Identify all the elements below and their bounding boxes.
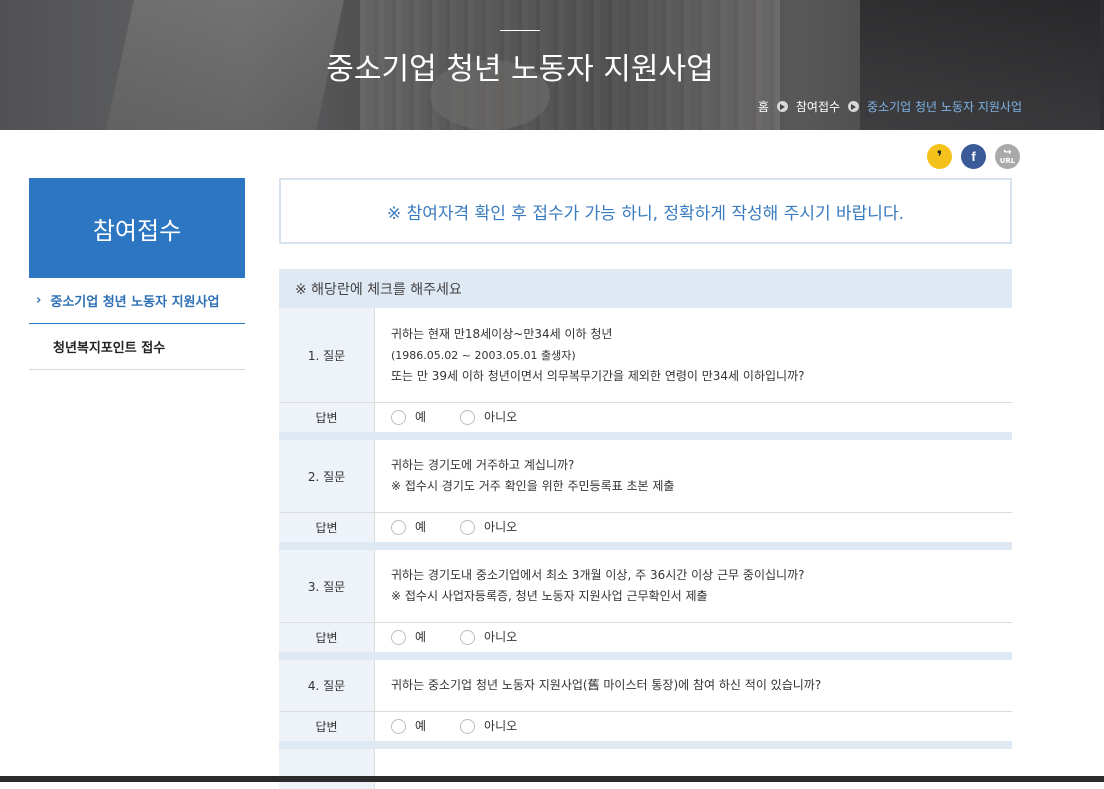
eligibility-notice: ※ 참여자격 확인 후 접수가 가능 하니, 정확하게 작성해 주시기 바랍니다…: [279, 178, 1012, 244]
radio-button[interactable]: [391, 719, 406, 734]
row-divider: [279, 652, 1012, 660]
radio-button[interactable]: [460, 719, 476, 734]
sidebar-title: 참여접수: [29, 178, 245, 278]
radio-no[interactable]: 아니오: [460, 517, 517, 538]
radio-no[interactable]: 아니오: [460, 627, 517, 648]
sidebar-item-label: 중소기업 청년 노동자 지원사업: [50, 295, 220, 310]
row-divider: [279, 432, 1012, 440]
question-row-4: 4. 질문 귀하는 중소기업 청년 노동자 지원사업(舊 마이스터 통장)에 참…: [279, 660, 1012, 712]
breadcrumb: 홈 참여접수 중소기업 청년 노동자 지원사업: [758, 98, 1022, 115]
radio-label: 예: [415, 719, 427, 733]
chevron-right-icon: ›: [36, 293, 42, 308]
radio-yes[interactable]: 예: [391, 517, 426, 538]
page-title: 중소기업 청년 노동자 지원사업: [326, 52, 714, 87]
sidebar-item-welfare-point[interactable]: 청년복지포인트 접수: [29, 324, 245, 370]
radio-label: 예: [415, 630, 427, 644]
answer-options: 예 아니오: [375, 712, 1012, 741]
question-line: ※ 접수시 경기도 거주 확인을 위한 주민등록표 초본 제출: [391, 479, 675, 493]
breadcrumb-separator-icon: [776, 101, 788, 112]
question-text: 귀하는 경기도내 중소기업에서 최소 3개월 이상, 주 36시간 이상 근무 …: [375, 550, 1012, 622]
answer-row-1: 답변 예 아니오: [279, 403, 1012, 433]
url-share-icon[interactable]: ↪ URL: [995, 144, 1020, 169]
url-share-label: URL: [999, 156, 1016, 165]
question-text: 귀하는 중소기업 청년 노동자 지원사업(舊 마이스터 통장)에 참여 하신 적…: [375, 660, 1012, 711]
question-line: 귀하는 경기도내 중소기업에서 최소 3개월 이상, 주 36시간 이상 근무 …: [391, 568, 805, 582]
question-line: 귀하는 경기도에 거주하고 계십니까?: [391, 458, 575, 472]
radio-label: 예: [415, 520, 427, 534]
breadcrumb-separator-icon: [848, 101, 860, 112]
row-divider: [279, 741, 1012, 749]
question-line: 귀하는 중소기업 청년 노동자 지원사업(舊 마이스터 통장)에 참여 하신 적…: [391, 678, 822, 692]
share-arrow-icon: ↪: [1003, 146, 1012, 158]
question-row-2: 2. 질문 귀하는 경기도에 거주하고 계십니까? ※ 접수시 경기도 거주 확…: [279, 440, 1012, 513]
question-row-1: 1. 질문 귀하는 현재 만18세이상~만34세 이하 청년 (1986.05.…: [279, 308, 1012, 403]
question-line: 귀하는 현재 만18세이상~만34세 이하 청년: [391, 326, 613, 341]
breadcrumb-item[interactable]: 참여접수: [796, 98, 840, 115]
question-line: (1986.05.02 ~ 2003.05.01 출생자): [391, 348, 576, 362]
answer-options: 예 아니오: [375, 403, 1012, 432]
answer-row-4: 답변 예 아니오: [279, 712, 1012, 742]
question-label: 2. 질문: [279, 440, 375, 512]
row-divider: [279, 542, 1012, 550]
radio-yes[interactable]: 예: [391, 407, 426, 428]
radio-yes[interactable]: 예: [391, 627, 426, 648]
question-row-3: 3. 질문 귀하는 경기도내 중소기업에서 최소 3개월 이상, 주 36시간 …: [279, 550, 1012, 623]
title-decoration-line: [500, 30, 540, 31]
radio-button[interactable]: [391, 630, 406, 645]
radio-label: 아니오: [484, 410, 518, 424]
question-label: 1. 질문: [279, 308, 375, 402]
answer-label: 답변: [279, 403, 375, 432]
question-text: 귀하는 현재 만18세이상~만34세 이하 청년 (1986.05.02 ~ 2…: [375, 308, 1012, 402]
radio-label: 아니오: [484, 630, 518, 644]
radio-no[interactable]: 아니오: [460, 716, 517, 737]
sidebar-item-youth-worker-support[interactable]: › 중소기업 청년 노동자 지원사업: [29, 278, 245, 324]
answer-label: 답변: [279, 623, 375, 652]
question-text: [375, 749, 1012, 789]
hero-banner: 중소기업 청년 노동자 지원사업 홈 참여접수 중소기업 청년 노동자 지원사업: [0, 0, 1104, 130]
radio-button[interactable]: [391, 520, 406, 535]
kakao-icon[interactable]: ❜: [927, 144, 952, 169]
radio-label: 아니오: [484, 719, 518, 733]
question-text: 귀하는 경기도에 거주하고 계십니까? ※ 접수시 경기도 거주 확인을 위한 …: [375, 440, 1012, 512]
question-row-5: [279, 749, 1012, 789]
question-label: 3. 질문: [279, 550, 375, 622]
radio-no[interactable]: 아니오: [460, 407, 517, 428]
radio-button[interactable]: [391, 410, 406, 425]
radio-yes[interactable]: 예: [391, 716, 426, 737]
radio-button[interactable]: [460, 630, 476, 645]
breadcrumb-current[interactable]: 중소기업 청년 노동자 지원사업: [867, 98, 1022, 115]
radio-button[interactable]: [460, 410, 476, 425]
window-bottom-edge: [0, 776, 1104, 782]
answer-row-3: 답변 예 아니오: [279, 623, 1012, 653]
share-buttons: ❜ f ↪ URL: [927, 144, 1020, 169]
radio-label: 아니오: [484, 520, 518, 534]
answer-options: 예 아니오: [375, 513, 1012, 542]
question-line: ※ 접수시 사업자등록증, 청년 노동자 지원사업 근무확인서 제출: [391, 589, 708, 603]
answer-label: 답변: [279, 712, 375, 741]
answer-row-2: 답변 예 아니오: [279, 513, 1012, 543]
sidebar-item-label: 청년복지포인트 접수: [53, 341, 166, 356]
breadcrumb-home[interactable]: 홈: [758, 98, 769, 115]
radio-label: 예: [415, 410, 427, 424]
radio-button[interactable]: [460, 520, 476, 535]
answer-options: 예 아니오: [375, 623, 1012, 652]
question-label: [279, 749, 375, 789]
question-label: 4. 질문: [279, 660, 375, 711]
question-line: 또는 만 39세 이하 청년이면서 의무복무기간을 제외한 연령이 만34세 이…: [391, 368, 805, 383]
answer-label: 답변: [279, 513, 375, 542]
form-header: ※ 해당란에 체크를 해주세요: [279, 269, 1012, 308]
facebook-icon[interactable]: f: [961, 144, 986, 169]
